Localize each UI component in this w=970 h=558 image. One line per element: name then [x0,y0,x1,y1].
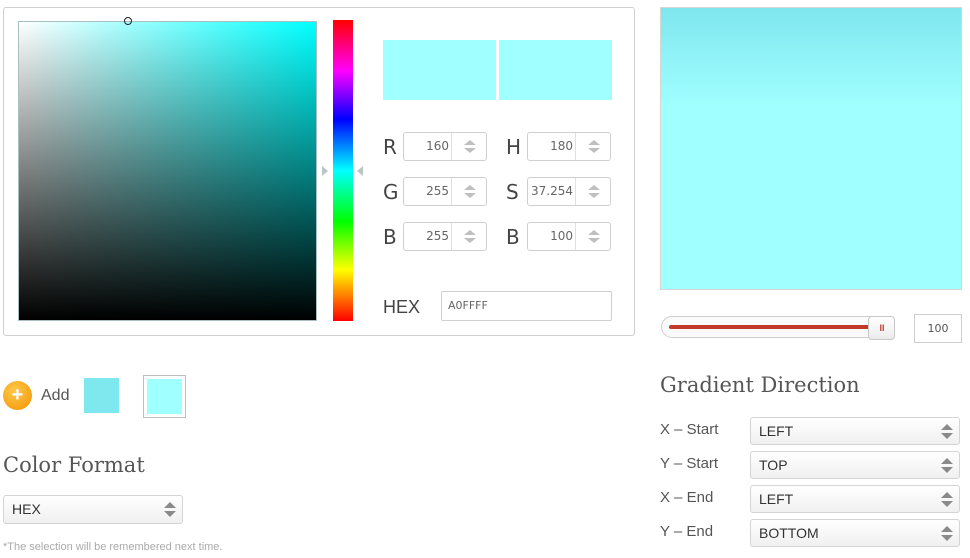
h-stepper[interactable] [578,133,610,160]
brightness-label: B [506,225,520,249]
y-start-select[interactable]: TOP [750,451,960,479]
y-start-value: TOP [759,457,788,473]
y-end-select[interactable]: BOTTOM [750,519,960,547]
saturation-brightness-area[interactable] [18,21,317,321]
stepper-up-icon[interactable] [588,230,600,235]
color-format-select[interactable]: HEX [3,495,183,524]
x-start-value: LEFT [759,423,794,439]
x-start-label: X – Start [660,421,719,438]
b-input[interactable]: 255 [403,222,487,251]
x-end-value: LEFT [759,491,794,507]
stepper-down-icon[interactable] [588,148,600,153]
y-start-label: Y – Start [660,455,719,472]
r-label: R [383,135,397,159]
opacity-slider-fill [669,325,874,329]
stepper-down-icon[interactable] [588,193,600,198]
h-input[interactable]: 180 [527,132,611,161]
stepper-up-icon[interactable] [464,185,476,190]
x-start-select[interactable]: LEFT [750,417,960,445]
stepper-down-icon[interactable] [464,148,476,153]
select-arrows-icon [941,424,953,440]
select-arrows-icon [941,458,953,474]
brightness-value[interactable]: 100 [528,223,576,250]
y-end-label: Y – End [660,523,714,540]
hue-slider-left-arrow-icon[interactable] [322,166,328,176]
g-value[interactable]: 255 [404,178,452,205]
stepper-down-icon[interactable] [464,193,476,198]
h-value[interactable]: 180 [528,133,576,160]
x-end-label: X – End [660,489,714,506]
select-arrows-icon [164,502,176,518]
r-stepper[interactable] [454,133,486,160]
saved-color-swatch[interactable] [84,378,119,413]
opacity-slider-handle[interactable]: III [868,316,895,340]
x-end-select[interactable]: LEFT [750,485,960,513]
y-end-value: BOTTOM [759,525,819,541]
color-format-heading: Color Format [3,453,145,477]
stepper-up-icon[interactable] [588,140,600,145]
r-input[interactable]: 160 [403,132,487,161]
current-color-preview[interactable] [499,40,612,100]
g-label: G [383,180,399,204]
new-color-preview [383,40,496,100]
select-arrows-icon [941,492,953,508]
sv-cursor-handle[interactable] [124,17,132,25]
opacity-input[interactable]: 100 [914,314,962,343]
s-label: S [506,180,519,204]
b-label: B [383,225,397,249]
stepper-up-icon[interactable] [464,140,476,145]
hue-slider-right-arrow-icon[interactable] [357,166,363,176]
color-format-value: HEX [12,501,41,517]
b-stepper[interactable] [454,223,486,250]
hex-label: HEX [383,297,421,317]
add-color-label[interactable]: Add [41,387,69,405]
saved-color-swatch[interactable] [147,379,182,414]
brightness-stepper[interactable] [578,223,610,250]
g-stepper[interactable] [454,178,486,205]
b-value[interactable]: 255 [404,223,452,250]
stepper-down-icon[interactable] [464,238,476,243]
gradient-direction-heading: Gradient Direction [660,373,860,397]
hue-slider[interactable] [333,20,353,321]
gradient-preview [660,7,962,290]
brightness-input[interactable]: 100 [527,222,611,251]
stepper-up-icon[interactable] [588,185,600,190]
color-format-note: *The selection will be remembered next t… [3,541,223,553]
s-input[interactable]: 37.254 [527,177,611,206]
select-arrows-icon [941,526,953,542]
hex-input[interactable]: A0FFFF [441,291,612,321]
g-input[interactable]: 255 [403,177,487,206]
stepper-down-icon[interactable] [588,238,600,243]
s-stepper[interactable] [578,178,610,205]
stepper-up-icon[interactable] [464,230,476,235]
r-value[interactable]: 160 [404,133,452,160]
plus-circle-icon[interactable]: + [3,381,32,410]
s-value[interactable]: 37.254 [528,178,576,205]
h-label: H [506,135,522,159]
